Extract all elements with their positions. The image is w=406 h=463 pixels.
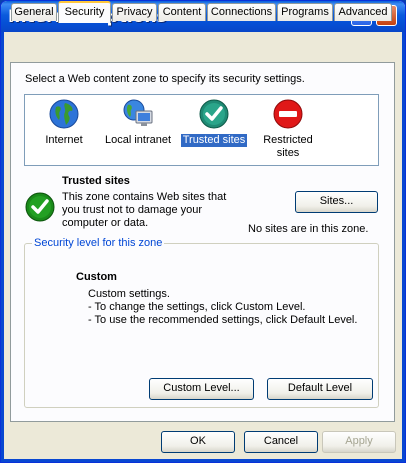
cancel-button-label: Cancel xyxy=(263,435,299,447)
tab-privacy[interactable]: Privacy xyxy=(112,3,157,21)
tab-programs[interactable]: Programs xyxy=(277,3,333,21)
cancel-button[interactable]: Cancel xyxy=(244,431,318,453)
zone-internet[interactable]: Internet xyxy=(25,98,103,147)
window-frame-right xyxy=(402,32,405,462)
zone-restricted-sites[interactable]: Restricted sites xyxy=(249,98,327,160)
zone-trusted-sites-label: Trusted sites xyxy=(179,133,249,148)
globe-icon xyxy=(48,98,80,130)
custom-level-button-label: Custom Level... xyxy=(163,382,240,394)
custom-level-button[interactable]: Custom Level... xyxy=(149,378,254,400)
security-level-legend: Security level for this zone xyxy=(32,237,165,249)
zone-status-text: No sites are in this zone. xyxy=(248,223,369,235)
security-level-description: Custom settings. - To change the setting… xyxy=(88,288,357,327)
zone-restricted-sites-label: Restricted sites xyxy=(263,134,313,159)
no-entry-icon xyxy=(272,98,304,130)
security-level-line: Custom settings. xyxy=(88,288,170,300)
window-frame-bottom xyxy=(1,459,405,462)
zone-title: Trusted sites xyxy=(62,175,130,187)
tab-connections[interactable]: Connections xyxy=(207,3,276,21)
default-level-button[interactable]: Default Level xyxy=(267,378,373,400)
window-frame-left xyxy=(1,32,4,462)
default-level-button-label: Default Level xyxy=(287,382,353,394)
zone-trusted-sites[interactable]: Trusted sites xyxy=(175,98,253,148)
checkmark-icon xyxy=(198,98,230,130)
tab-security[interactable]: Security xyxy=(58,1,111,23)
tab-general[interactable]: General xyxy=(11,3,57,21)
apply-button-label: Apply xyxy=(345,435,373,447)
intranet-globe-monitor-icon xyxy=(122,98,154,130)
sites-button-label: Sites... xyxy=(319,195,354,207)
ok-button[interactable]: OK xyxy=(161,431,235,453)
zone-description: This zone contains Web sites that you tr… xyxy=(62,191,227,229)
ok-button-label: OK xyxy=(190,435,206,447)
security-level-title: Custom xyxy=(76,271,117,283)
internet-options-dialog: Internet Options ? ✕ General Security Pr… xyxy=(0,0,406,463)
zone-internet-label: Internet xyxy=(45,134,83,146)
zone-prompt: Select a Web content zone to specify its… xyxy=(25,73,305,85)
sites-button[interactable]: Sites... xyxy=(295,191,378,213)
tab-advanced[interactable]: Advanced xyxy=(334,3,392,21)
security-level-line: - To use the recommended settings, click… xyxy=(88,314,358,326)
trusted-zone-check-icon xyxy=(25,192,55,222)
zone-local-intranet[interactable]: Local intranet xyxy=(99,98,177,147)
tab-content[interactable]: Content xyxy=(158,3,206,21)
apply-button[interactable]: Apply xyxy=(322,431,396,453)
security-level-line: - To change the settings, click Custom L… xyxy=(88,301,306,313)
zone-local-intranet-label: Local intranet xyxy=(104,134,172,146)
